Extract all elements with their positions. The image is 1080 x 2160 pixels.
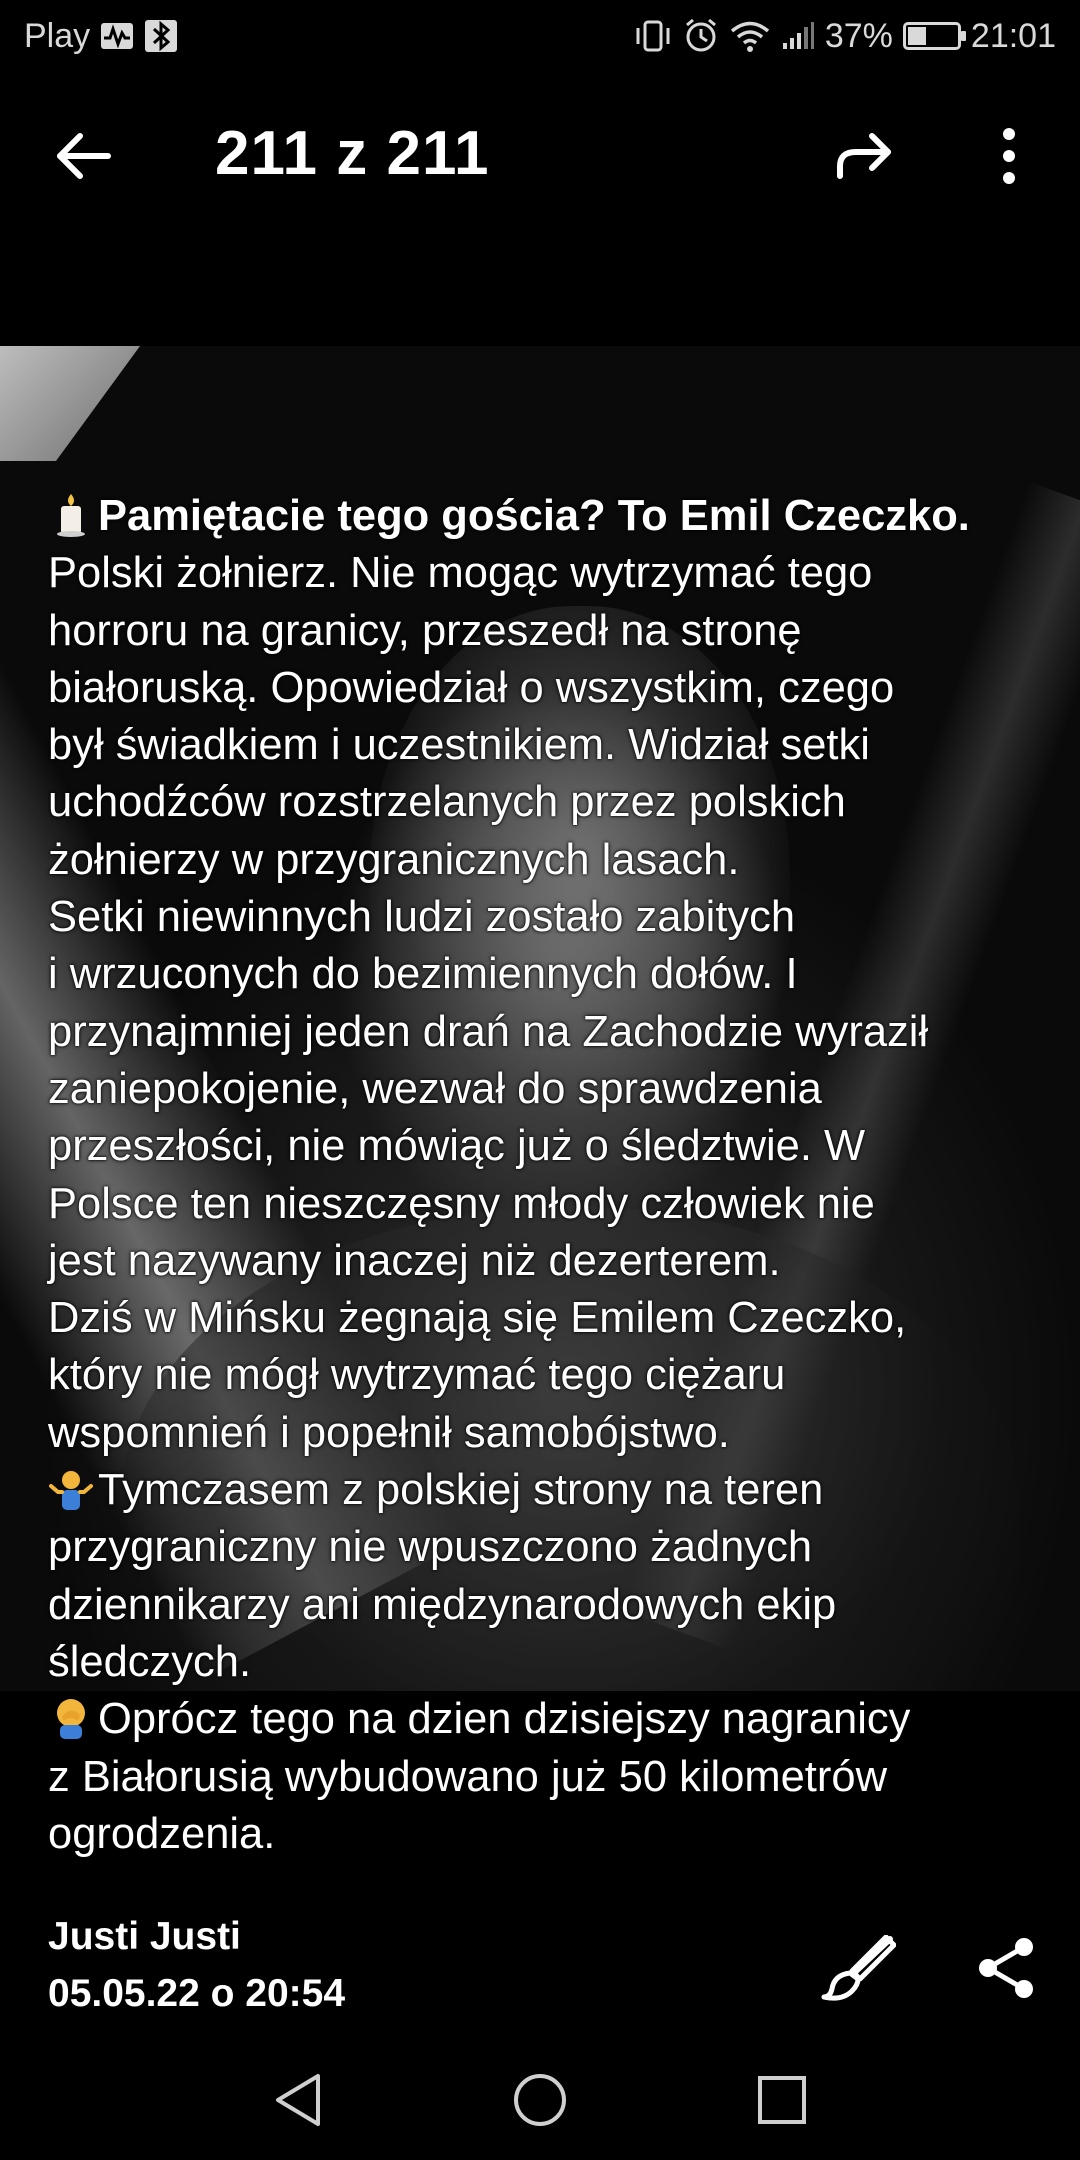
person-shrugging-emoji-icon: [48, 1466, 94, 1512]
post-line: i wrzuconych do bezimiennych dołów. I: [48, 950, 798, 999]
post-line: był świadkiem i uczestnikiem. Widział se…: [48, 721, 870, 770]
battery-fill: [907, 27, 926, 45]
post-author: Justi Justi: [48, 1915, 241, 1958]
post-line: Pamiętacie tego gościa? To Emil Czeczko.: [48, 488, 1048, 545]
status-bar: Play 37% 21:01: [0, 0, 1080, 72]
back-arrow-icon[interactable]: [50, 122, 118, 190]
post-line: horroru na granicy, przeszedł na stronę: [48, 606, 802, 655]
post-line: białoruską. Opowiedział o wszystkim, cze…: [48, 663, 895, 712]
alarm-icon: [683, 18, 719, 54]
nav-home-icon[interactable]: [510, 2070, 570, 2130]
battery-icon: [902, 22, 966, 50]
post-line: przynajmniej jeden drań na Zachodzie wyr…: [48, 1007, 929, 1056]
post-line: Polsce ten nieszczęsny młody człowiek ni…: [48, 1179, 875, 1228]
app-bar: 211 z 211: [0, 100, 1080, 212]
vibrate-icon: [633, 19, 673, 53]
post-line: Dziś w Mińsku żegnają się Emilem Czeczko…: [48, 1294, 907, 1343]
status-bar-right: 37% 21:01: [633, 17, 1056, 56]
post-line: Polski żołnierz. Nie mogąc wytrzymać teg…: [48, 549, 873, 598]
post-line: jest nazywany inaczej niż dezerterem.: [48, 1236, 781, 1285]
nav-back-icon[interactable]: [270, 2070, 330, 2130]
post-line: śledczych.: [48, 1637, 252, 1686]
post-line: przygraniczny nie wpuszczono żadnych: [48, 1523, 813, 1572]
post-line: ogrodzenia.: [48, 1809, 276, 1858]
forward-share-icon[interactable]: [830, 122, 898, 190]
post-line: Oprócz tego na dzien dzisiejszy nagranic…: [48, 1691, 1048, 1748]
photo-corner-highlight: [0, 346, 140, 461]
post-line-text: Oprócz tego na dzien dzisiejszy nagranic…: [98, 1695, 911, 1744]
post-line: żołnierzy w przygranicznych lasach.: [48, 835, 740, 884]
post-line: przeszłości, nie mówiąc już o śledztwie.…: [48, 1122, 866, 1171]
post-line: Setki niewinnych ludzi zostało zabitych: [48, 893, 796, 942]
post-line: zaniepokojenie, wezwał do sprawdzenia: [48, 1064, 822, 1113]
bluetooth-icon: [144, 19, 178, 53]
post-text: Pamiętacie tego gościa? To Emil Czeczko.…: [48, 488, 1048, 1863]
activity-icon: [100, 21, 134, 51]
status-bar-left: Play: [24, 17, 178, 56]
signal-icon: [781, 21, 815, 51]
post-line: wspomnień i popełnił samobójstwo.: [48, 1408, 730, 1457]
post-line: uchodźców rozstrzelanych przez polskich: [48, 778, 846, 827]
page-counter-title: 211 z 211: [215, 119, 490, 188]
brush-icon[interactable]: [820, 1934, 897, 2001]
post-line-text: Tymczasem z polskiej strony na teren: [98, 1466, 824, 1515]
more-vert-icon[interactable]: [985, 122, 1033, 190]
clock: 21:01: [970, 16, 1056, 55]
post-line: który nie mógł wytrzymać tego ciężaru: [48, 1351, 786, 1400]
wifi-icon: [729, 19, 771, 53]
post-line: z Białorusią wybudowano już 50 kilometró…: [48, 1752, 887, 1801]
share-icon[interactable]: [975, 1935, 1037, 2001]
screen: Play 37% 21:01 211 z 211 Pamiętacie tego…: [0, 0, 1080, 2160]
candle-emoji-icon: [48, 492, 94, 538]
carrier-label: Play: [24, 16, 91, 55]
post-date: 05.05.22 o 20:54: [48, 1972, 346, 2015]
post-line: dziennikarzy ani międzynarodowych ekip: [48, 1580, 837, 1629]
system-nav-bar: [0, 2040, 1080, 2160]
post-line-text: Pamiętacie tego gościa? To Emil Czeczko.: [98, 492, 970, 540]
nav-recents-icon[interactable]: [752, 2070, 812, 2130]
face-palm-emoji-icon: [48, 1695, 94, 1741]
post-line: Tymczasem z polskiej strony na teren: [48, 1462, 1048, 1519]
battery-percent: 37%: [824, 16, 893, 55]
